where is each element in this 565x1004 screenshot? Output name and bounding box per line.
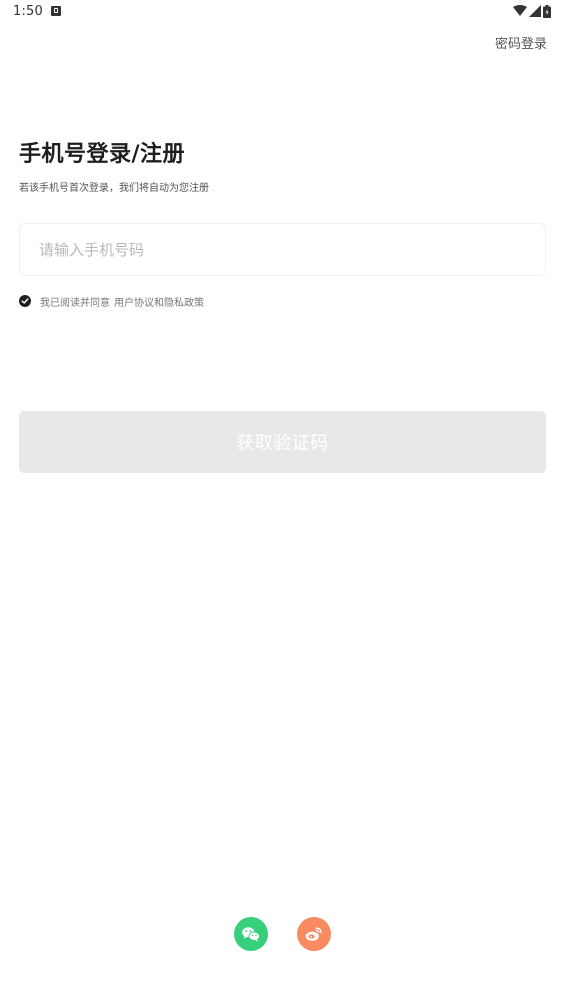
page-title: 手机号登录/注册 xyxy=(19,142,186,167)
agreement-checkbox[interactable] xyxy=(19,295,31,307)
phone-number-input[interactable] xyxy=(20,224,545,275)
page-subtitle: 若该手机号首次登录，我们将自动为您注册 xyxy=(19,183,209,194)
cell-signal-icon xyxy=(529,5,541,17)
battery-icon xyxy=(543,4,551,18)
status-bar: 1:50 xyxy=(0,0,565,26)
phone-input-container xyxy=(19,223,546,276)
notification-icon xyxy=(51,6,61,16)
wifi-icon xyxy=(513,5,527,16)
status-icons xyxy=(513,4,551,18)
agreement-row: 我已阅读并同意 用户协议和隐私政策 xyxy=(19,293,204,309)
user-agreement-privacy-link[interactable]: 用户协议和隐私政策 xyxy=(114,294,204,309)
wechat-icon xyxy=(242,927,260,942)
weibo-icon xyxy=(305,927,322,941)
weibo-login-button[interactable] xyxy=(297,917,331,951)
check-icon xyxy=(21,298,29,304)
wechat-login-button[interactable] xyxy=(234,917,268,951)
agreement-text: 我已阅读并同意 xyxy=(40,297,110,309)
get-verification-code-button[interactable]: 获取验证码 xyxy=(19,411,546,473)
status-time: 1:50 xyxy=(13,4,43,19)
password-login-link[interactable]: 密码登录 xyxy=(495,33,547,52)
